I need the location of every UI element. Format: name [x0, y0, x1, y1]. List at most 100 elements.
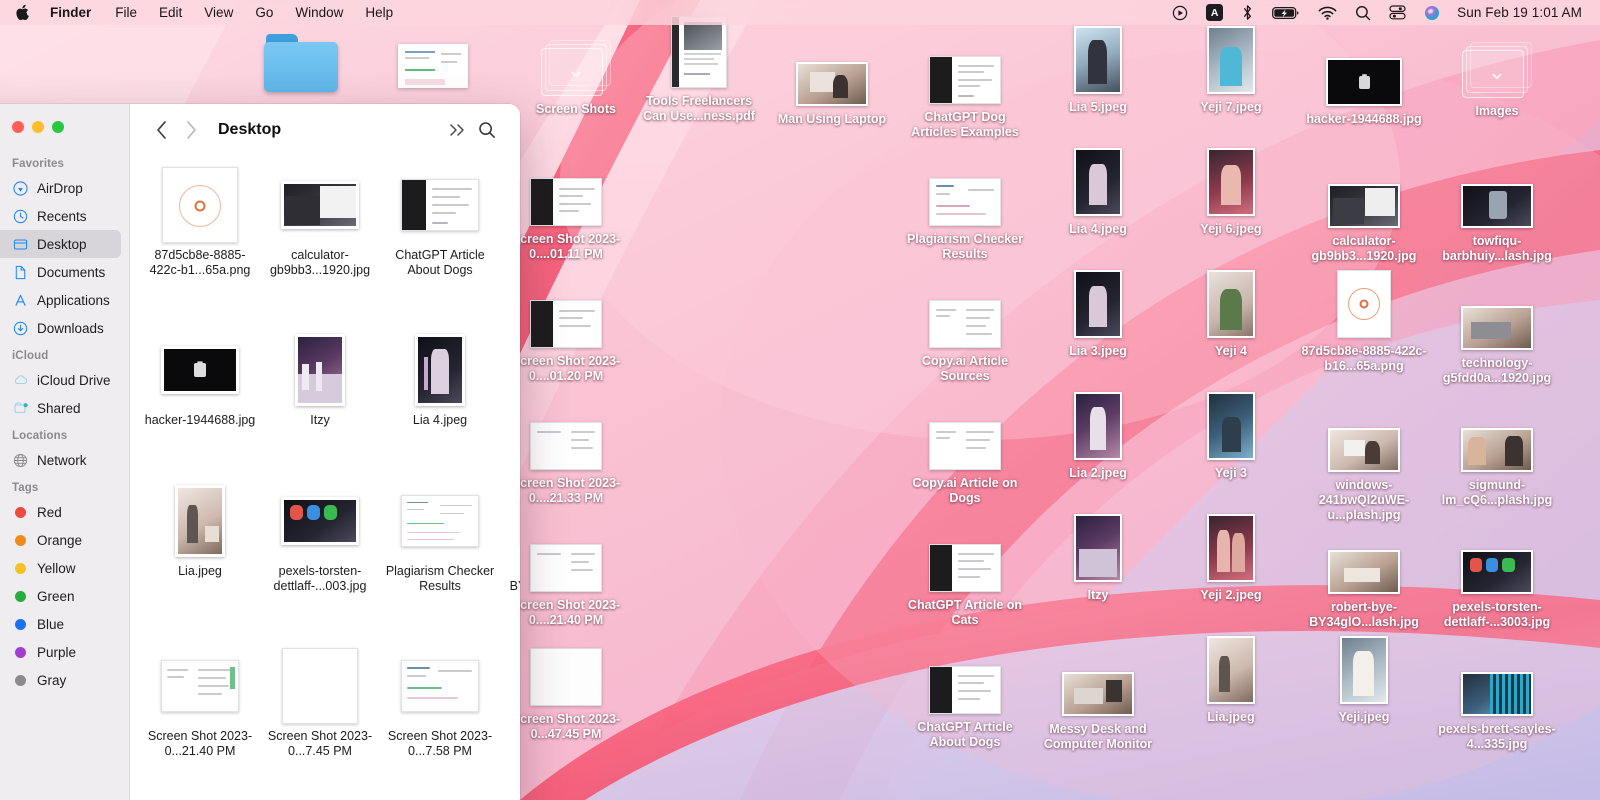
macos-menu-bar[interactable]: Finder File Edit View Go Window Help A S… [0, 0, 1600, 25]
control-center-icon[interactable] [1380, 0, 1415, 25]
sidebar-item-recents[interactable]: Recents [0, 202, 121, 230]
dragged-blue-folder[interactable] [264, 34, 338, 92]
desktop-item-itzy[interactable]: Itzy [1032, 514, 1164, 603]
desktop-item-pexels-torsten-image[interactable]: pexels-torsten-dettlaff-...3003.jpg [1431, 528, 1563, 630]
apple-logo-icon[interactable] [14, 4, 41, 21]
desktop-item-plagiarism-checker[interactable]: Plagiarism Checker Results [899, 160, 1031, 262]
sidebar-item-downloads[interactable]: Downloads [0, 314, 121, 342]
play-circle-icon[interactable] [1163, 0, 1197, 25]
sidebar-item-tag-yellow[interactable]: Yellow [0, 554, 121, 582]
file-item-itzy[interactable]: Itzy [260, 331, 380, 473]
sidebar-item-tag-gray[interactable]: Gray [0, 666, 121, 694]
menu-help[interactable]: Help [354, 0, 404, 25]
zoom-button[interactable] [52, 121, 64, 133]
back-button[interactable] [146, 115, 176, 145]
menu-edit[interactable]: Edit [148, 0, 193, 25]
finder-icon-grid[interactable]: 87d5cb8e-8885-422c-b1...65a.png calculat… [130, 156, 520, 800]
file-item-screenshot-758[interactable]: Screen Shot 2023-0...7.58 PM [380, 647, 500, 800]
file-item-calculator-jpg[interactable]: calculator-gb9bb3...1920.jpg [260, 166, 380, 323]
sidebar-item-shared[interactable]: Shared [0, 394, 121, 422]
file-item-robert-bye[interactable]: robert-bye-BY34gl...plash.jpg [500, 482, 520, 639]
file-item-screenshot-2140[interactable]: Screen Shot 2023-0...21.40 PM [140, 647, 260, 800]
image-icon [1461, 550, 1533, 594]
desktop-item-lia-jpeg[interactable]: Lia.jpeg [1165, 636, 1297, 725]
desktop-item-windows-image[interactable]: windows-241bwQl2uWE-u...plash.jpg [1298, 406, 1430, 523]
sidebar-item-tag-blue[interactable]: Blue [0, 610, 121, 638]
desktop-item-screen-shots[interactable]: ⌄ Screen Shots [510, 30, 642, 117]
desktop-item-robert-bye-image[interactable]: robert-bye-BY34glO...lash.jpg [1298, 528, 1430, 630]
search-icon[interactable] [472, 115, 502, 145]
floating-screenshot-thumbnail[interactable] [398, 44, 468, 88]
sidebar-item-tag-purple[interactable]: Purple [0, 638, 121, 666]
file-item-lia-jpeg[interactable]: Lia.jpeg [140, 482, 260, 639]
menu-go[interactable]: Go [244, 0, 284, 25]
menu-bar-clock[interactable]: Sun Feb 19 1:01 AM [1449, 5, 1586, 20]
input-source-a-icon[interactable]: A [1197, 0, 1232, 25]
sidebar-item-icloud-drive[interactable]: iCloud Drive [0, 366, 121, 394]
desktop-item-lia-5[interactable]: Lia 5.jpeg [1032, 26, 1164, 115]
file-item-copyai-article-sources[interactable]: Copy.ai Article Sources [500, 166, 520, 323]
sidebar-item-desktop[interactable]: Desktop [0, 230, 121, 258]
file-item-plagiarism-checker-results[interactable]: Plagiarism Checker Results [380, 482, 500, 639]
desktop-item-yeji-jpeg[interactable]: Yeji.jpeg [1298, 636, 1430, 725]
sidebar-item-tag-green[interactable]: Green [0, 582, 121, 610]
menu-finder[interactable]: Finder [41, 0, 104, 25]
desktop-item-lia-2[interactable]: Lia 2.jpeg [1032, 392, 1164, 481]
desktop-item-yeji-7[interactable]: Yeji 7.jpeg [1165, 26, 1297, 115]
desktop-item-copyai-dogs[interactable]: Copy.ai Article on Dogs [899, 404, 1031, 506]
desktop-item-lia-4[interactable]: Lia 4.jpeg [1032, 148, 1164, 237]
desktop-item-technology-image[interactable]: technology-g5fdd0a...1920.jpg [1431, 284, 1563, 386]
more-toolbar-items-button[interactable] [442, 115, 472, 145]
wifi-icon[interactable] [1309, 0, 1346, 25]
desktop-item-yeji-4[interactable]: Yeji 4 [1165, 270, 1297, 359]
desktop-item-yeji-6[interactable]: Yeji 6.jpeg [1165, 148, 1297, 237]
siri-icon[interactable] [1415, 0, 1449, 25]
sidebar-item-applications[interactable]: Applications [0, 286, 121, 314]
finder-content-pane[interactable]: Desktop 87d5cb8e-8885-422c-b1...65a.png [130, 104, 520, 800]
file-item-lia-5[interactable]: Lia 5.jpeg [500, 331, 520, 473]
file-item-hacker-jpg[interactable]: hacker-1944688.jpg [140, 331, 260, 473]
sidebar-item-tag-orange[interactable]: Orange [0, 526, 121, 554]
sidebar-item-tag-red[interactable]: Red [0, 498, 121, 526]
battery-charging-icon[interactable] [1263, 0, 1309, 25]
minimize-button[interactable] [32, 121, 44, 133]
bluetooth-icon[interactable] [1232, 0, 1263, 25]
desktop-item-sigmund-image[interactable]: sigmund-lm_cQ6...plash.jpg [1431, 406, 1563, 508]
finder-window[interactable]: Favorites AirDrop Recents Desktop Docume… [0, 104, 520, 800]
desktop-item-towfiqu-image[interactable]: towfiqu-barbhuiy...lash.jpg [1431, 162, 1563, 264]
desktop-item-tools-freelancers-pdf[interactable]: Tools Freelancers Can Use...ness.pdf [633, 16, 765, 124]
desktop-item-yeji-3[interactable]: Yeji 3 [1165, 392, 1297, 481]
file-item-chatgpt-article-about-dogs[interactable]: ChatGPT Article About Dogs [380, 166, 500, 323]
close-button[interactable] [12, 121, 24, 133]
desktop-item-man-using-laptop[interactable]: Man Using Laptop [766, 40, 898, 127]
desktop-item-yeji-2[interactable]: Yeji 2.jpeg [1165, 514, 1297, 603]
sidebar-item-network[interactable]: Network [0, 446, 121, 474]
desktop-item-calculator-image[interactable]: calculator-gb9bb3...1920.jpg [1298, 162, 1430, 264]
file-item-lia-4[interactable]: Lia 4.jpeg [380, 331, 500, 473]
desktop-item-pexels-brett-image[interactable]: pexels-brett-sayles-4...335.jpg [1431, 650, 1563, 752]
file-item-pexels-torsten[interactable]: pexels-torsten-dettlaff-...003.jpg [260, 482, 380, 639]
desktop-item-chatgpt-about-dogs[interactable]: ChatGPT Article About Dogs [899, 648, 1031, 750]
sidebar-item-documents[interactable]: Documents [0, 258, 121, 286]
file-item-screenshot-745[interactable]: Screen Shot 2023-0...7.45 PM [260, 647, 380, 800]
menu-view[interactable]: View [193, 0, 244, 25]
file-item-87d5cb8e-png[interactable]: 87d5cb8e-8885-422c-b1...65a.png [140, 166, 260, 323]
desktop-item-chatgpt-dog-articles[interactable]: ChatGPT Dog Articles Examples [899, 38, 1031, 140]
window-traffic-lights[interactable] [0, 104, 129, 150]
finder-sidebar[interactable]: Favorites AirDrop Recents Desktop Docume… [0, 104, 130, 800]
sidebar-item-airdrop[interactable]: AirDrop [0, 174, 121, 202]
menu-file[interactable]: File [104, 0, 148, 25]
desktop-item-images-stack[interactable]: ⌄ Images [1431, 32, 1563, 119]
forward-button[interactable] [176, 115, 206, 145]
finder-toolbar[interactable]: Desktop [130, 104, 520, 156]
desktop-item-chatgpt-cats[interactable]: ChatGPT Article on Cats [899, 526, 1031, 628]
desktop-item-87d5cb8e-png[interactable]: 87d5cb8e-8885-422c-b16...65a.png [1298, 270, 1430, 374]
desktop-item-copyai-sources[interactable]: Copy.ai Article Sources [899, 282, 1031, 384]
desktop-item-lia-3[interactable]: Lia 3.jpeg [1032, 270, 1164, 359]
menu-bar-left[interactable]: Finder File Edit View Go Window Help [14, 0, 404, 25]
menu-window[interactable]: Window [284, 0, 354, 25]
desktop-item-messy-desk[interactable]: Messy Desk and Computer Monitor [1032, 650, 1164, 752]
menu-bar-status-area[interactable]: A Sun Feb 19 1:01 AM [1163, 0, 1588, 25]
desktop-item-hacker-image[interactable]: hacker-1944688.jpg [1298, 40, 1430, 127]
spotlight-search-icon[interactable] [1346, 0, 1380, 25]
